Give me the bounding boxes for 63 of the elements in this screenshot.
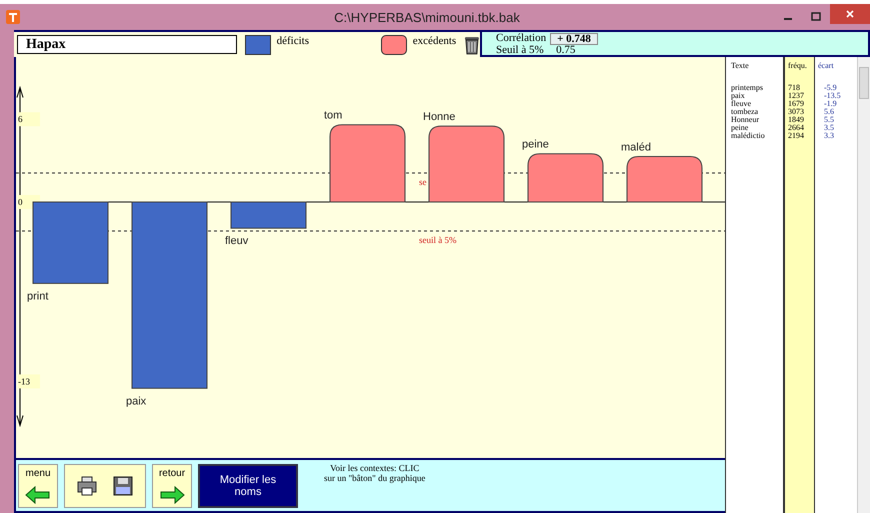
table-cell-text: 3.5 xyxy=(823,124,835,132)
table-cell-text: tombeza xyxy=(731,108,760,116)
right-arrow-icon xyxy=(159,486,185,504)
bar-label: maléd xyxy=(621,141,651,154)
bar[interactable] xyxy=(528,153,604,202)
back-button[interactable]: retour xyxy=(152,464,192,508)
legend-label: déficits xyxy=(276,35,310,47)
table-cell-text: 1237 xyxy=(788,92,805,100)
bar-label: print xyxy=(27,290,48,302)
table-cell-text: 1849 xyxy=(788,116,805,124)
bar-label: paix xyxy=(126,395,146,408)
bar[interactable] xyxy=(428,126,504,202)
table-cell-text: 2664 xyxy=(788,124,805,132)
column-header: fréqu. xyxy=(788,62,808,72)
table-cell-text: peine xyxy=(731,124,750,132)
table-cell-text: 2194 xyxy=(788,132,805,140)
axis-label: 6 xyxy=(18,112,40,126)
close-icon xyxy=(845,9,855,19)
bar-label: tom xyxy=(324,110,342,122)
table-cell-text: fleuve xyxy=(731,100,752,108)
maximize-icon xyxy=(811,12,821,22)
y-tick-label: 0 xyxy=(18,197,23,207)
left-arrow-icon xyxy=(25,486,51,504)
legend-label: excédents xyxy=(412,35,456,47)
correlation-value: + 0.748 xyxy=(550,32,598,44)
threshold-label: se xyxy=(419,177,426,188)
column-header: Texte xyxy=(731,62,750,72)
bar-label: fleuv xyxy=(225,235,248,248)
table-cell-text: malédictio xyxy=(731,132,766,140)
table-cell-text: 5.5 xyxy=(823,116,835,124)
bar[interactable] xyxy=(626,156,702,202)
table-cell-text: Honneur xyxy=(731,116,760,124)
correlation-label: Corrélation xyxy=(496,32,546,44)
table-cell-text: paix xyxy=(731,92,745,100)
printer-icon[interactable] xyxy=(77,476,97,496)
app-icon xyxy=(6,10,20,24)
rename-button[interactable]: Modifier les noms xyxy=(198,464,298,508)
table-cell-text: -13.5 xyxy=(823,92,842,100)
scrollbar[interactable] xyxy=(857,57,870,513)
threshold-label: seuil à 5% xyxy=(419,234,456,245)
table-cell-text: 5.6 xyxy=(823,108,835,116)
table-cell-text: 3.3 xyxy=(823,132,835,140)
window-title: C:\HYPERBAS\mimouni.tbk.bak xyxy=(334,10,520,24)
bar[interactable] xyxy=(330,124,406,202)
table-cell-text: 1679 xyxy=(788,100,805,108)
table-cell-text: -5.9 xyxy=(823,84,838,92)
table-cell-text: -1.9 xyxy=(823,100,838,108)
threshold-value: 0.75 xyxy=(555,44,576,54)
table-cell-text: 3073 xyxy=(788,108,805,116)
close-button[interactable] xyxy=(830,4,870,24)
table-cell-text: 718 xyxy=(788,84,801,92)
menu-button[interactable]: menu xyxy=(18,464,58,508)
threshold-label: Seuil à 5% xyxy=(496,44,545,54)
name-field: Hapax xyxy=(17,35,237,54)
axis-label: -13 xyxy=(18,374,40,388)
y-tick-label: -13 xyxy=(18,376,30,386)
trash-icon[interactable] xyxy=(464,34,480,54)
bar-label: Honne xyxy=(423,111,456,124)
bar-label: peine xyxy=(522,138,549,151)
table-cell-text: printemps xyxy=(731,84,764,92)
column-header: écart xyxy=(818,62,835,72)
hint-text: Voir les contextes: CLIC sur un "bâton" du graphique xyxy=(324,463,426,483)
y-tick-label: 6 xyxy=(18,114,23,124)
